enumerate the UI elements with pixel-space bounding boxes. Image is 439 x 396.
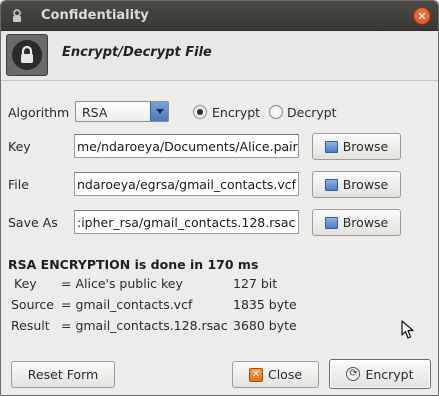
browse-label: Browse (342, 215, 389, 230)
window-close-button[interactable]: ✕ (413, 7, 431, 25)
file-browse-button[interactable]: Browse (312, 171, 401, 198)
folder-icon (324, 178, 338, 191)
file-path-input[interactable]: ndaroeya/egrsa/gmail_contacts.vcf (74, 172, 299, 196)
save-as-browse-button[interactable]: Browse (312, 209, 401, 236)
decrypt-radio-label[interactable]: Decrypt (287, 105, 337, 120)
result-key-size: 127 bit (233, 276, 278, 291)
mouse-cursor-icon (401, 320, 415, 343)
app-icon (10, 8, 24, 24)
result-source-name: Source (11, 297, 54, 312)
save-as-path-input[interactable]: :ipher_rsa/gmail_contacts.128.rsac (74, 210, 299, 234)
algorithm-select[interactable]: RSA (75, 101, 169, 122)
result-source-size: 1835 byte (233, 297, 297, 312)
result-key-name: Key (14, 276, 37, 291)
save-as-label: Save As (8, 215, 58, 230)
algorithm-label: Algorithm (8, 105, 70, 120)
window-title: Confidentiality (41, 8, 149, 23)
browse-label: Browse (342, 139, 389, 154)
lock-icon (6, 34, 48, 76)
dialog-window: Confidentiality ✕ Encrypt/Decrypt File A… (0, 0, 439, 396)
key-label: Key (8, 139, 31, 154)
folder-icon (324, 216, 338, 229)
algorithm-select-value: RSA (82, 105, 108, 120)
result-output-value: = gmail_contacts.128.rsac (61, 318, 228, 333)
encrypt-radio-label[interactable]: Encrypt (212, 105, 260, 120)
result-source-value: = gmail_contacts.vcf (61, 297, 193, 312)
close-icon: ✕ (248, 367, 263, 382)
reset-form-label: Reset Form (27, 367, 99, 382)
encrypt-radio[interactable] (193, 105, 207, 119)
close-label: Close (267, 367, 303, 382)
key-browse-button[interactable]: Browse (312, 133, 401, 160)
encrypt-button[interactable]: ⟳ Encrypt (329, 359, 431, 389)
save-as-path-value: :ipher_rsa/gmail_contacts.128.rsac (77, 215, 296, 230)
dialog-header: Encrypt/Decrypt File (1, 31, 438, 81)
result-output-size: 3680 byte (233, 318, 297, 333)
decrypt-radio[interactable] (269, 105, 283, 119)
result-headline: RSA ENCRYPTION is done in 170 ms (8, 257, 259, 272)
refresh-icon: ⟳ (346, 367, 361, 381)
dialog-heading: Encrypt/Decrypt File (62, 45, 212, 60)
key-path-value: me/ndaroeya/Documents/Alice.pair (77, 139, 298, 154)
reset-form-button[interactable]: Reset Form (11, 361, 115, 388)
browse-label: Browse (342, 177, 389, 192)
encrypt-label: Encrypt (365, 366, 414, 382)
close-icon: ✕ (417, 9, 427, 23)
key-path-input[interactable]: me/ndaroeya/Documents/Alice.pair (74, 134, 299, 158)
close-button[interactable]: ✕ Close (232, 361, 319, 388)
result-output-name: Result (11, 318, 50, 333)
title-bar[interactable]: Confidentiality ✕ (1, 1, 438, 31)
result-key-value: = Alice's public key (61, 276, 183, 291)
folder-icon (324, 140, 338, 153)
file-label: File (8, 177, 29, 192)
file-path-value: ndaroeya/egrsa/gmail_contacts.vcf (77, 177, 297, 192)
chevron-down-icon[interactable] (150, 102, 168, 121)
